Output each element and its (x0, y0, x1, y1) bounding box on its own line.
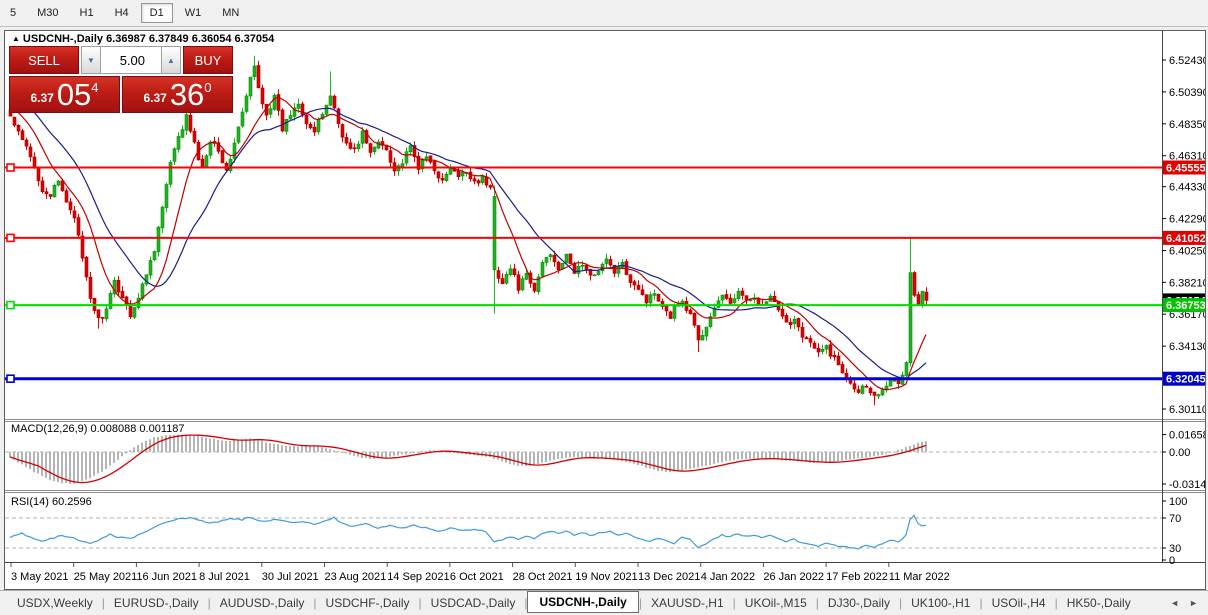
chart-tabbar: USDX,Weekly | EURUSD-,Daily | AUDUSD-,Daily |… (0, 590, 1208, 615)
timeframe-button-w1[interactable]: W1 (176, 3, 211, 23)
collapse-panel-icon[interactable]: ▲ (12, 34, 20, 43)
chart-tab-usdx[interactable]: USDX,Weekly (8, 594, 102, 612)
macd-indicator-label: MACD(12,26,9) 0.008088 0.001187 (11, 423, 185, 435)
buy-button[interactable]: BUY (183, 46, 233, 74)
chart-tab-usoil-[interactable]: USOil-,H4 (983, 594, 1055, 612)
svg-text:100: 100 (1169, 496, 1187, 508)
tabs-scroll-right-icon[interactable]: ► (1189, 598, 1198, 608)
svg-text:6.48350: 6.48350 (1169, 119, 1205, 131)
chart-tab-xauusd-[interactable]: XAUUSD-,H1 (642, 594, 733, 612)
timeframe-button-mn[interactable]: MN (213, 3, 248, 23)
svg-text:6.30110: 6.30110 (1169, 404, 1205, 416)
svg-text:26 Jan 2022: 26 Jan 2022 (763, 571, 824, 583)
chart-tab-ukoil-[interactable]: UKOil-,M15 (736, 594, 816, 612)
timeframe-button-d1[interactable]: D1 (140, 3, 173, 23)
timeframe-button-h4[interactable]: H4 (106, 3, 138, 23)
buy-price-main: 36 (169, 77, 205, 112)
volume-increase-button[interactable]: ▲ (161, 46, 181, 74)
svg-text:30: 30 (1169, 543, 1181, 555)
svg-text:6.44330: 6.44330 (1169, 182, 1205, 194)
chart-tab-usdcad-[interactable]: USDCAD-,Daily (422, 594, 525, 612)
svg-text:3 May 2021: 3 May 2021 (11, 571, 68, 583)
svg-text:6.41052: 6.41052 (1166, 233, 1205, 245)
chart-tab-hk50-[interactable]: HK50-,Daily (1058, 594, 1140, 612)
chevron-up-icon: ▲ (167, 55, 175, 65)
svg-text:14 Sep 2021: 14 Sep 2021 (387, 571, 449, 583)
svg-text:70: 70 (1169, 513, 1181, 525)
chart-ohlc-values: 6.36987 6.37849 6.36054 6.37054 (106, 33, 275, 45)
svg-text:28 Oct 2021: 28 Oct 2021 (513, 571, 573, 583)
volume-input[interactable]: 5.00 (101, 46, 161, 74)
chart-tab-audusd-[interactable]: AUDUSD-,Daily (211, 594, 314, 612)
buy-price-prefix: 6.37 (143, 91, 167, 105)
svg-text:11 Mar 2022: 11 Mar 2022 (889, 571, 950, 583)
svg-text:19 Nov 2021: 19 Nov 2021 (575, 571, 637, 583)
svg-text:6 Oct 2021: 6 Oct 2021 (450, 571, 504, 583)
volume-spinner: ▼ 5.00 ▲ (81, 46, 181, 74)
timeframe-button-m30[interactable]: M30 (28, 3, 67, 23)
buy-price-display[interactable]: 6.37 36 0 (122, 76, 233, 113)
tabs-scroll-left-icon[interactable]: ◄ (1170, 598, 1179, 608)
chart-tab-uk100-[interactable]: UK100-,H1 (902, 594, 979, 612)
chart-svg[interactable]: 6.524306.503906.483506.463106.443306.422… (5, 31, 1205, 589)
svg-text:8 Jul 2021: 8 Jul 2021 (199, 571, 250, 583)
chart-title: ▲ USDCNH-,Daily 6.36987 6.37849 6.36054 6… (12, 33, 274, 45)
sell-price-prefix: 6.37 (30, 91, 54, 105)
sell-price-main: 05 (56, 77, 92, 112)
svg-text:4 Jan 2022: 4 Jan 2022 (701, 571, 755, 583)
volume-decrease-button[interactable]: ▼ (81, 46, 101, 74)
timeframe-button-5[interactable]: 5 (1, 3, 25, 23)
timeframe-button-h1[interactable]: H1 (71, 3, 103, 23)
buy-price-pip: 0 (204, 80, 212, 95)
svg-text:6.36753: 6.36753 (1166, 300, 1205, 312)
chart-tab-usdcnh-[interactable]: USDCNH-,Daily (527, 590, 639, 613)
chart-tab-dj30-[interactable]: DJ30-,Daily (819, 594, 899, 612)
svg-text:16 Jun 2021: 16 Jun 2021 (136, 571, 197, 583)
svg-text:13 Dec 2021: 13 Dec 2021 (638, 571, 700, 583)
svg-text:6.38210: 6.38210 (1169, 277, 1205, 289)
sell-price-pip: 4 (91, 80, 99, 95)
svg-text:0.016586: 0.016586 (1169, 430, 1205, 442)
svg-text:6.50390: 6.50390 (1169, 87, 1205, 99)
svg-text:6.32045: 6.32045 (1166, 374, 1205, 386)
svg-text:6.34130: 6.34130 (1169, 341, 1205, 353)
svg-text:30 Jul 2021: 30 Jul 2021 (262, 571, 319, 583)
chart-window[interactable]: 6.52430 6.50390 6.48350 6.46310 6.44330 6.422… (4, 30, 1206, 590)
timeframe-toolbar: 5 M30 H1 H4 D1 W1 MN (0, 0, 1208, 27)
sell-price-display[interactable]: 6.37 05 4 (9, 76, 120, 113)
svg-text:6.45555: 6.45555 (1166, 163, 1205, 175)
sell-button[interactable]: SELL (9, 46, 79, 74)
rsi-indicator-label: RSI(14) 60.2596 (11, 496, 92, 508)
svg-text:0: 0 (1169, 555, 1175, 567)
chevron-down-icon: ▼ (87, 55, 95, 65)
svg-text:25 May 2021: 25 May 2021 (74, 571, 138, 583)
chart-tab-eurusd-[interactable]: EURUSD-,Daily (105, 594, 208, 612)
svg-text:17 Feb 2022: 17 Feb 2022 (826, 571, 888, 583)
svg-text:6.52430: 6.52430 (1169, 55, 1205, 67)
one-click-trade-panel: SELL ▼ 5.00 ▲ BUY 6.37 05 4 6.37 36 0 (9, 46, 233, 113)
svg-text:23 Aug 2021: 23 Aug 2021 (325, 571, 387, 583)
chart-tab-usdchf-[interactable]: USDCHF-,Daily (317, 594, 419, 612)
svg-text:0.00: 0.00 (1169, 447, 1190, 459)
svg-text:6.42290: 6.42290 (1169, 214, 1205, 226)
svg-text:-0.031421: -0.031421 (1169, 479, 1205, 491)
chart-symbol-period: USDCNH-,Daily (22, 33, 103, 45)
svg-text:6.40250: 6.40250 (1169, 246, 1205, 258)
